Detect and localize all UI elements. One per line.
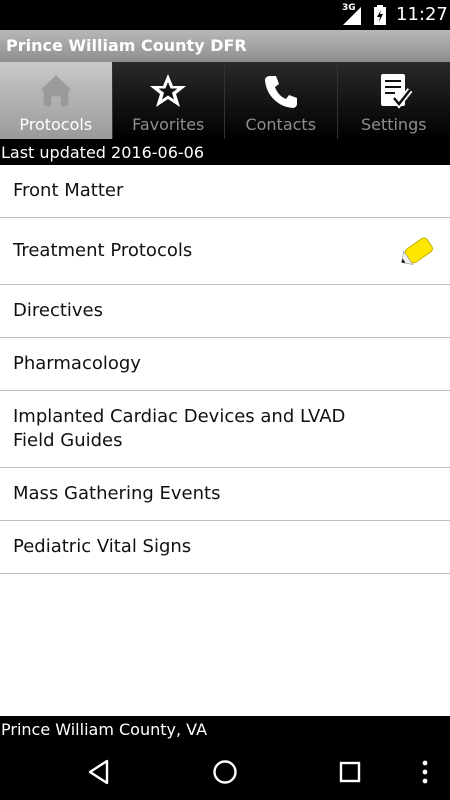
tab-settings[interactable]: Settings (337, 62, 450, 139)
list-item-pediatric-vital-signs[interactable]: Pediatric Vital Signs (0, 521, 450, 574)
list-item-label: Pharmacology (13, 353, 141, 374)
recents-icon[interactable] (335, 757, 365, 787)
overflow-menu-icon[interactable] (410, 757, 440, 787)
checklist-icon (380, 74, 413, 109)
list-item-front-matter[interactable]: Front Matter (0, 165, 450, 218)
tab-protocols[interactable]: Protocols (0, 62, 113, 139)
app-title-bar: Prince William County DFR (0, 30, 450, 62)
status-bar: 3G 11:27 (0, 0, 450, 30)
tab-label: Favorites (132, 115, 205, 134)
list-item-implanted-cardiac-devices[interactable]: Implanted Cardiac Devices and LVAD Field… (0, 391, 450, 468)
app-title: Prince William County DFR (6, 36, 247, 55)
tab-label: Contacts (245, 115, 317, 134)
list-item-label: Front Matter (13, 180, 124, 201)
tab-contacts[interactable]: Contacts (225, 62, 338, 139)
footer-label: Prince William County, VA (1, 720, 208, 739)
clock: 11:27 (396, 4, 448, 25)
home-icon (37, 74, 75, 108)
tab-bar: Protocols Favorites Contacts Settings (0, 62, 450, 139)
list-item-label: Directives (13, 300, 103, 321)
phone-icon (264, 76, 297, 108)
tab-label: Settings (360, 115, 427, 134)
signal-icon (343, 7, 361, 25)
protocol-list: Front Matter Treatment Protocols Directi… (0, 165, 450, 716)
list-item-label: Treatment Protocols (13, 240, 193, 261)
back-icon[interactable] (85, 757, 115, 787)
tab-label: Protocols (19, 115, 93, 134)
footer-bar: Prince William County, VA (0, 716, 450, 743)
list-item-directives[interactable]: Directives (0, 285, 450, 338)
list-item-label: Mass Gathering Events (13, 483, 221, 504)
battery-icon (374, 5, 386, 25)
list-item-label: Pediatric Vital Signs (13, 536, 192, 557)
list-item-label: Implanted Cardiac Devices and LVAD Field… (13, 406, 346, 451)
list-item-treatment-protocols[interactable]: Treatment Protocols (0, 218, 450, 285)
last-updated-bar: Last updated 2016-06-06 (0, 139, 450, 165)
pencil-icon (401, 237, 433, 265)
system-navigation-bar (0, 743, 450, 800)
tab-favorites[interactable]: Favorites (112, 62, 225, 139)
home-circle-icon[interactable] (210, 757, 240, 787)
star-icon (150, 74, 187, 107)
list-item-mass-gathering-events[interactable]: Mass Gathering Events (0, 468, 450, 521)
last-updated-label: Last updated 2016-06-06 (1, 143, 205, 162)
list-item-pharmacology[interactable]: Pharmacology (0, 338, 450, 391)
